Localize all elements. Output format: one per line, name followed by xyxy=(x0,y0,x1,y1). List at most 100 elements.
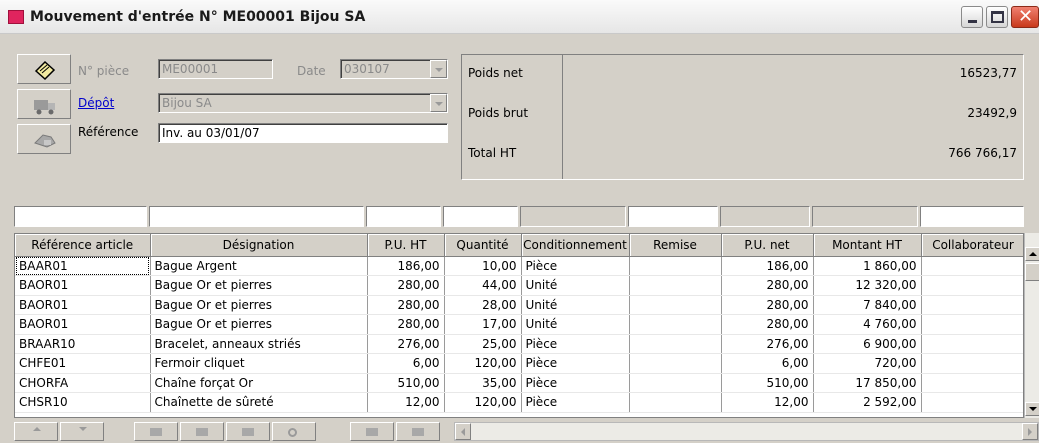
cell-montant-ht[interactable]: 12 320,00 xyxy=(813,275,922,296)
cell-pu-ht[interactable]: 280,00 xyxy=(367,275,445,296)
cell-montant-ht[interactable]: 7 840,00 xyxy=(813,295,922,315)
cell-pu-net[interactable]: 6,00 xyxy=(721,353,814,374)
cell-collaborateur[interactable] xyxy=(921,295,1023,315)
search-button[interactable] xyxy=(272,422,316,441)
reference-field[interactable]: Inv. au 03/01/07 xyxy=(158,123,448,143)
scroll-right-button[interactable] xyxy=(1022,423,1038,440)
cell-conditionnement[interactable]: Unité xyxy=(521,295,630,315)
piece-number-field[interactable]: ME00001 xyxy=(158,59,273,79)
cell-designation[interactable]: Bague Or et pierres xyxy=(150,275,368,296)
cell-pu-ht[interactable]: 186,00 xyxy=(367,256,445,276)
cell-designation[interactable]: Bague Argent xyxy=(150,256,368,276)
maximize-button[interactable] xyxy=(986,6,1008,28)
cell-collaborateur[interactable] xyxy=(921,334,1023,354)
vertical-scrollbar[interactable] xyxy=(1024,233,1039,418)
horizontal-scrollbar[interactable] xyxy=(454,422,1039,441)
cell-quantite[interactable]: 28,00 xyxy=(444,295,522,315)
cell-designation[interactable]: Bague Or et pierres xyxy=(150,314,368,335)
table-row[interactable]: BAAR01 Bague Argent 186,00 10,00 Pièce 1… xyxy=(15,256,1023,276)
column-header[interactable]: P.U. net xyxy=(721,234,814,257)
cell-collaborateur[interactable] xyxy=(921,353,1023,374)
transfer-button[interactable] xyxy=(17,124,71,154)
cell-quantite[interactable]: 120,00 xyxy=(444,353,522,374)
table-row[interactable]: BRAAR10 Bracelet, anneaux striés 276,00 … xyxy=(15,334,1023,354)
cell-reference[interactable]: BRAAR10 xyxy=(15,334,151,354)
cell-remise[interactable] xyxy=(629,314,722,335)
cell-conditionnement[interactable]: Unité xyxy=(521,314,630,335)
table-row[interactable]: CHSR10 Chaînette de sûreté 12,00 120,00 … xyxy=(15,392,1023,413)
cell-remise[interactable] xyxy=(629,275,722,296)
cell-pu-net[interactable]: 510,00 xyxy=(721,373,814,393)
cell-designation[interactable]: Bague Or et pierres xyxy=(150,295,368,315)
cell-pu-ht[interactable]: 6,00 xyxy=(367,353,445,374)
cell-montant-ht[interactable]: 17 850,00 xyxy=(813,373,922,393)
cell-montant-ht[interactable]: 2 592,00 xyxy=(813,392,922,413)
move-down-button[interactable] xyxy=(60,422,104,441)
print-button[interactable] xyxy=(350,422,394,441)
column-header[interactable]: P.U. HT xyxy=(367,234,445,257)
depot-field[interactable]: Bijou SA xyxy=(158,93,448,113)
cell-quantite[interactable]: 10,00 xyxy=(444,256,522,276)
table-row[interactable]: BAOR01 Bague Or et pierres 280,00 28,00 … xyxy=(15,295,1023,315)
filter-collaborateur[interactable] xyxy=(920,206,1024,227)
cell-remise[interactable] xyxy=(629,373,722,393)
lines-grid[interactable]: Référence article Désignation P.U. HT Qu… xyxy=(14,233,1024,418)
cell-conditionnement[interactable]: Pièce xyxy=(521,334,630,354)
cell-pu-net[interactable]: 280,00 xyxy=(721,275,814,296)
cell-reference[interactable]: CHSR10 xyxy=(15,392,151,413)
filter-designation[interactable] xyxy=(149,206,364,227)
date-dropdown-button[interactable] xyxy=(430,60,447,78)
cell-quantite[interactable]: 35,00 xyxy=(444,373,522,393)
filter-conditionnement[interactable] xyxy=(520,206,626,227)
scroll-thumb[interactable] xyxy=(1025,263,1039,281)
cell-montant-ht[interactable]: 6 900,00 xyxy=(813,334,922,354)
table-row[interactable]: BAOR01 Bague Or et pierres 280,00 17,00 … xyxy=(15,314,1023,335)
filter-remise[interactable] xyxy=(628,206,718,227)
cell-quantite[interactable]: 25,00 xyxy=(444,334,522,354)
minimize-button[interactable] xyxy=(961,6,983,28)
cell-montant-ht[interactable]: 1 860,00 xyxy=(813,256,922,276)
edit-line-button[interactable] xyxy=(180,422,224,441)
close-button[interactable]: ✕ xyxy=(1011,6,1039,28)
cell-designation[interactable]: Chaîne forçat Or xyxy=(150,373,368,393)
cell-collaborateur[interactable] xyxy=(921,256,1023,276)
cell-remise[interactable] xyxy=(629,295,722,315)
filter-reference[interactable] xyxy=(14,206,147,227)
cell-conditionnement[interactable]: Unité xyxy=(521,275,630,296)
cell-designation[interactable]: Chaînette de sûreté xyxy=(150,392,368,413)
cell-pu-net[interactable]: 280,00 xyxy=(721,295,814,315)
scroll-left-button[interactable] xyxy=(455,423,471,440)
delete-line-button[interactable] xyxy=(226,422,270,441)
cell-collaborateur[interactable] xyxy=(921,275,1023,296)
column-header[interactable]: Désignation xyxy=(150,234,368,257)
cell-remise[interactable] xyxy=(629,392,722,413)
view-button[interactable] xyxy=(396,422,440,441)
cell-collaborateur[interactable] xyxy=(921,373,1023,393)
cell-remise[interactable] xyxy=(629,256,722,276)
column-header[interactable]: Collaborateur xyxy=(921,234,1023,257)
cell-pu-ht[interactable]: 12,00 xyxy=(367,392,445,413)
cell-quantite[interactable]: 44,00 xyxy=(444,275,522,296)
cell-montant-ht[interactable]: 4 760,00 xyxy=(813,314,922,335)
move-up-button[interactable] xyxy=(14,422,58,441)
cell-conditionnement[interactable]: Pièce xyxy=(521,373,630,393)
cell-pu-ht[interactable]: 280,00 xyxy=(367,314,445,335)
table-row[interactable]: BAOR01 Bague Or et pierres 280,00 44,00 … xyxy=(15,275,1023,296)
depot-dropdown-button[interactable] xyxy=(430,94,447,112)
scroll-up-button[interactable] xyxy=(1025,247,1039,261)
cell-quantite[interactable]: 120,00 xyxy=(444,392,522,413)
cell-quantite[interactable]: 17,00 xyxy=(444,314,522,335)
cell-conditionnement[interactable]: Pièce xyxy=(521,256,630,276)
column-header[interactable]: Référence article xyxy=(15,234,151,257)
filter-pu-ht[interactable] xyxy=(366,206,441,227)
cell-reference[interactable]: BAOR01 xyxy=(15,314,151,335)
cell-reference[interactable]: BAOR01 xyxy=(15,295,151,315)
column-header[interactable]: Conditionnement xyxy=(521,234,630,257)
cell-reference[interactable]: CHFE01 xyxy=(15,353,151,374)
column-header[interactable]: Remise xyxy=(629,234,722,257)
column-header[interactable]: Quantité xyxy=(444,234,522,257)
cell-reference[interactable]: BAAR01 xyxy=(15,256,151,276)
cell-remise[interactable] xyxy=(629,334,722,354)
cell-collaborateur[interactable] xyxy=(921,392,1023,413)
table-row[interactable]: CHFE01 Fermoir cliquet 6,00 120,00 Pièce… xyxy=(15,353,1023,374)
